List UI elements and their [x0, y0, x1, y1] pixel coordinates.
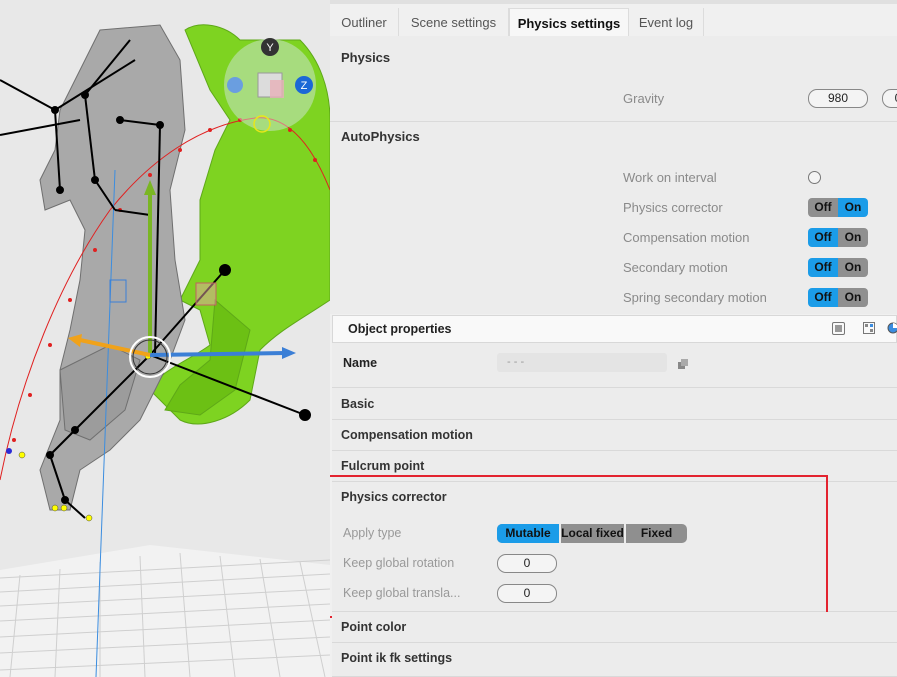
object-properties-header: Object properties — [332, 315, 897, 343]
gravity-input-2[interactable]: 0 — [882, 89, 897, 108]
object-properties-body: Name - - - Basic Compensation motion Ful… — [330, 343, 897, 677]
work-on-interval-radio[interactable] — [808, 171, 821, 184]
floor-grid — [0, 545, 330, 677]
section-basic[interactable]: Basic — [332, 389, 897, 420]
gravity-label: Gravity — [623, 91, 665, 106]
toggle-on[interactable]: On — [838, 198, 868, 217]
properties-panel: Outliner Scene settings Physics settings… — [330, 0, 897, 677]
secondary-motion-toggle[interactable]: Off On — [808, 258, 868, 277]
section-point-ik-fk-label: Point ik fk settings — [341, 651, 453, 665]
toggle-on[interactable]: On — [838, 228, 868, 247]
gravity-input[interactable]: 980 — [808, 89, 868, 108]
scene-canvas[interactable]: Y Z — [0, 0, 330, 677]
gizmo-z-label: Z — [301, 80, 308, 92]
physics-corrector-label: Physics corrector — [623, 200, 723, 215]
section-point-ik-fk-settings[interactable]: Point ik fk settings — [332, 643, 897, 677]
section-point-color-label: Point color — [341, 620, 407, 634]
section-fulcrum-point-label: Fulcrum point — [341, 459, 425, 473]
physics-corrector-toggle[interactable]: Off On — [808, 198, 868, 217]
toggle-off[interactable]: Off — [808, 258, 838, 277]
section-point-color[interactable]: Point color — [332, 612, 897, 643]
name-row: Name - - - — [332, 343, 897, 388]
highlight-box — [330, 475, 828, 618]
section-compensation-motion[interactable]: Compensation motion — [332, 420, 897, 451]
spring-secondary-motion-toggle[interactable]: Off On — [808, 288, 868, 307]
toggle-off[interactable]: Off — [808, 198, 838, 217]
copy-icon[interactable] — [678, 357, 688, 369]
3d-viewport[interactable]: Y Z — [0, 0, 330, 677]
toggle-off[interactable]: Off — [808, 288, 838, 307]
physics-section-title: Physics — [341, 50, 391, 65]
physics-settings-pane: Physics Gravity 980 0 AutoPhysics Work o… — [330, 36, 897, 314]
toggle-off[interactable]: Off — [808, 228, 838, 247]
compensation-motion-label: Compensation motion — [623, 230, 750, 245]
section-compensation-motion-label: Compensation motion — [341, 428, 473, 442]
section-basic-label: Basic — [341, 397, 375, 411]
window-icon[interactable] — [832, 322, 845, 335]
layout-icon[interactable] — [863, 322, 875, 334]
work-on-interval-label: Work on interval — [623, 170, 717, 185]
toggle-on[interactable]: On — [838, 288, 868, 307]
color-icon[interactable] — [887, 322, 897, 334]
spring-secondary-motion-label: Spring secondary motion — [623, 290, 767, 305]
autophysics-section-title: AutoPhysics — [341, 129, 420, 144]
tab-bar: Outliner Scene settings Physics settings… — [330, 0, 897, 40]
toggle-on[interactable]: On — [838, 258, 868, 277]
gizmo-y-label: Y — [266, 42, 274, 54]
compensation-motion-toggle[interactable]: Off On — [808, 228, 868, 247]
name-input[interactable]: - - - — [497, 353, 667, 372]
secondary-motion-label: Secondary motion — [623, 260, 728, 275]
divider — [330, 121, 897, 122]
object-properties-title: Object properties — [348, 322, 452, 336]
gray-character — [39, 24, 186, 511]
name-label: Name — [343, 356, 378, 370]
